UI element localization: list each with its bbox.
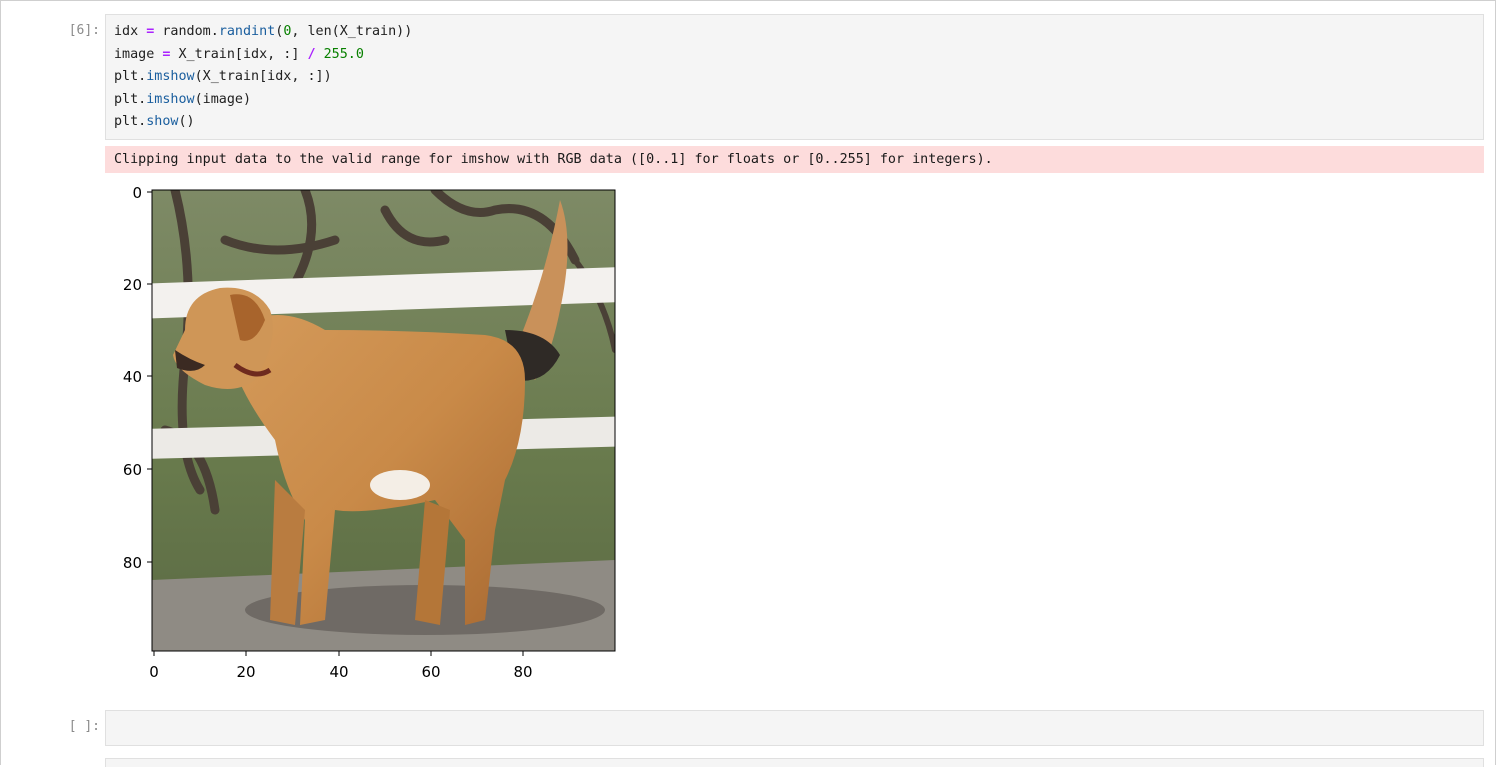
y-axis	[147, 191, 152, 563]
imshow-figure: 0 20 40 60 80 0 20 40 60 80	[123, 184, 616, 681]
x-tick-label: 80	[513, 663, 532, 681]
y-tick-label: 20	[123, 276, 142, 294]
code-line: plt.show()	[114, 114, 195, 130]
imshow-output: 0 20 40 60 80 0 20 40 60 80	[105, 180, 645, 694]
cell-prompt: [ ]:	[68, 719, 100, 734]
empty-code-cell-editor[interactable]	[105, 710, 1484, 746]
y-tick-label: 60	[123, 461, 142, 479]
cell-prompt: [6]:	[68, 23, 100, 38]
x-tick-label: 60	[421, 663, 440, 681]
code-line: image = X_train[idx, :] / 255.0	[114, 46, 364, 62]
y-tick-label: 0	[132, 184, 142, 202]
code-line: plt.imshow(image)	[114, 91, 252, 107]
stderr-output: Clipping input data to the valid range f…	[105, 146, 1484, 173]
next-cell-editor[interactable]	[105, 758, 1484, 767]
x-tick-label: 20	[236, 663, 255, 681]
x-tick-label: 0	[149, 663, 159, 681]
code-line: plt.imshow(X_train[idx, :])	[114, 69, 332, 85]
y-tick-label: 80	[123, 554, 142, 572]
x-tick-label: 40	[329, 663, 348, 681]
code-line: idx = random.randint(0, len(X_train))	[114, 24, 413, 39]
code-cell-editor[interactable]: idx = random.randint(0, len(X_train)) im…	[105, 14, 1484, 140]
dog-image	[152, 190, 615, 651]
y-tick-label: 40	[123, 368, 142, 386]
x-axis	[153, 651, 524, 656]
